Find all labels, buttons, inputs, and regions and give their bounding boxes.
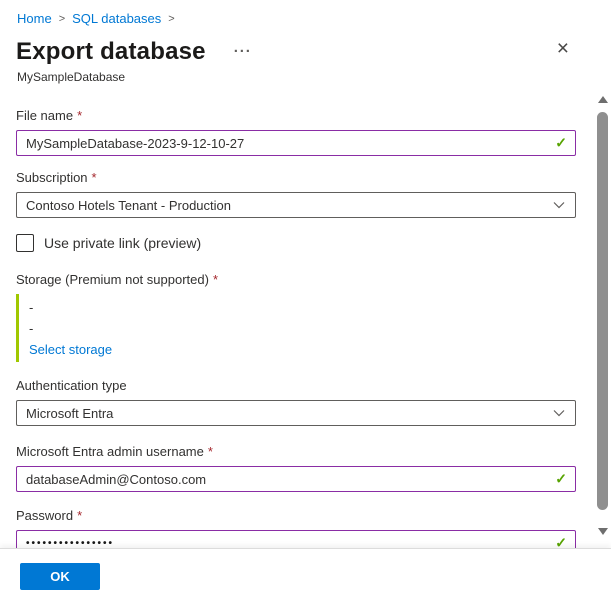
subscription-field: Subscription * Contoso Hotels Tenant - Pr… [16,170,576,218]
close-button[interactable]: × [555,39,571,59]
scrollbar[interactable] [594,92,611,538]
subscription-select-value: Contoso Hotels Tenant - Production [26,198,552,213]
breadcrumb-separator-icon: > [59,13,65,25]
subscription-select[interactable]: Contoso Hotels Tenant - Production [16,192,576,218]
file-name-input[interactable] [16,130,576,156]
select-storage-link[interactable]: Select storage [29,339,112,360]
scroll-down-button[interactable] [594,524,611,538]
storage-line: - [29,297,576,318]
ellipsis-icon: ··· [234,43,252,60]
admin-username-field: Microsoft Entra admin username* ✓ [16,444,576,492]
field-label-text: File name [16,108,73,123]
auth-type-select[interactable]: Microsoft Entra [16,400,576,426]
storage-summary: - - Select storage [16,294,576,362]
admin-username-input[interactable] [16,466,576,492]
required-asterisk: * [77,508,82,523]
file-name-label: File name * [16,108,576,124]
required-asterisk: * [213,272,218,287]
field-label-text: Password [16,508,73,523]
context-menu-button[interactable]: ··· [232,45,254,59]
blade-subtitle: MySampleDatabase [17,70,595,84]
admin-username-label: Microsoft Entra admin username * [16,444,576,460]
storage-label: Storage (Premium not supported) * [16,272,576,288]
page-title: Export database [16,38,206,66]
form-content: File name* ✓ Subscription* Contoso Hotel… [0,108,611,556]
field-label-text: Authentication type [16,378,127,393]
field-label-text: Subscription [16,170,88,185]
required-asterisk: * [77,108,82,123]
scroll-up-icon [598,96,608,103]
scroll-down-icon [598,528,608,535]
storage-line: - [29,318,576,339]
breadcrumb-separator-icon: > [168,13,174,25]
field-label-text: Microsoft Entra admin username [16,444,204,459]
password-label: Password * [16,508,576,524]
close-icon: × [557,37,569,60]
ok-button[interactable]: OK [20,563,100,590]
scroll-up-button[interactable] [594,92,611,106]
private-link-label: Use private link (preview) [44,235,201,251]
file-name-field: File name* ✓ [16,108,576,156]
breadcrumb: Home > SQL databases > [0,0,611,28]
chevron-down-icon [552,198,566,212]
scrollbar-thumb[interactable] [597,112,608,510]
subscription-label: Subscription * [16,170,576,186]
field-label-text: Storage (Premium not supported) [16,272,209,287]
storage-field: Storage (Premium not supported) * - - Sel… [16,272,576,362]
blade-header: Export database ··· × [16,37,595,67]
required-asterisk: * [208,444,213,459]
private-link-row: Use private link (preview) [16,234,576,252]
required-asterisk: * [92,170,97,185]
auth-type-select-value: Microsoft Entra [26,406,552,421]
auth-type-field: Authentication type Microsoft Entra [16,378,576,426]
private-link-checkbox[interactable] [16,234,34,252]
breadcrumb-link-sql-databases[interactable]: SQL databases [72,11,161,26]
chevron-down-icon [552,406,566,420]
auth-type-label: Authentication type [16,378,576,394]
blade-footer: OK [0,548,611,604]
breadcrumb-link-home[interactable]: Home [17,11,52,26]
